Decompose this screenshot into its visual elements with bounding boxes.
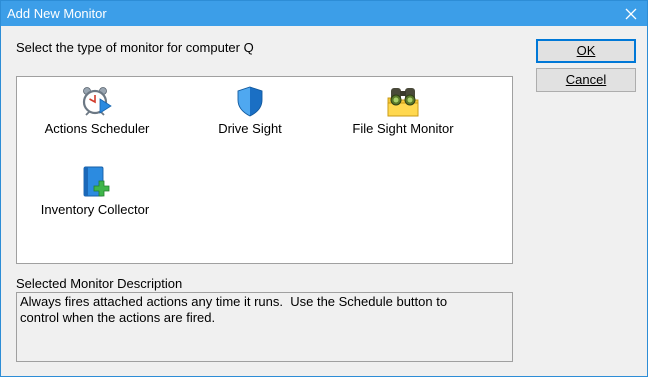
window-title: Add New Monitor bbox=[7, 6, 107, 21]
shield-icon bbox=[234, 85, 266, 117]
book-add-icon bbox=[79, 166, 111, 198]
monitor-item-label: File Sight Monitor bbox=[352, 121, 454, 136]
monitor-item-label: Drive Sight bbox=[218, 121, 282, 136]
monitor-item-label: Inventory Collector bbox=[40, 202, 150, 217]
close-button[interactable] bbox=[615, 1, 647, 26]
monitor-item-actions-scheduler[interactable]: Actions Scheduler bbox=[17, 81, 177, 143]
description-text-box[interactable]: Always fires attached actions any time i… bbox=[16, 292, 513, 362]
close-icon bbox=[625, 8, 637, 20]
alarm-clock-play-icon bbox=[81, 85, 113, 117]
monitor-type-list[interactable]: Actions Scheduler Drive Sight File Sight… bbox=[16, 76, 513, 264]
cancel-button[interactable]: Cancel bbox=[536, 68, 636, 92]
binoculars-folder-icon bbox=[387, 85, 419, 117]
monitor-item-inventory-collector[interactable]: Inventory Collector bbox=[15, 162, 175, 224]
monitor-item-file-sight-monitor[interactable]: File Sight Monitor bbox=[323, 81, 483, 143]
title-bar[interactable]: Add New Monitor bbox=[1, 1, 647, 26]
ok-button[interactable]: OK bbox=[536, 39, 636, 63]
description-label: Selected Monitor Description bbox=[16, 276, 183, 291]
add-new-monitor-dialog: Add New Monitor Select the type of monit… bbox=[0, 0, 648, 377]
monitor-item-drive-sight[interactable]: Drive Sight bbox=[170, 81, 330, 143]
monitor-type-prompt: Select the type of monitor for computer … bbox=[16, 40, 254, 55]
monitor-item-label: Actions Scheduler bbox=[44, 121, 150, 136]
